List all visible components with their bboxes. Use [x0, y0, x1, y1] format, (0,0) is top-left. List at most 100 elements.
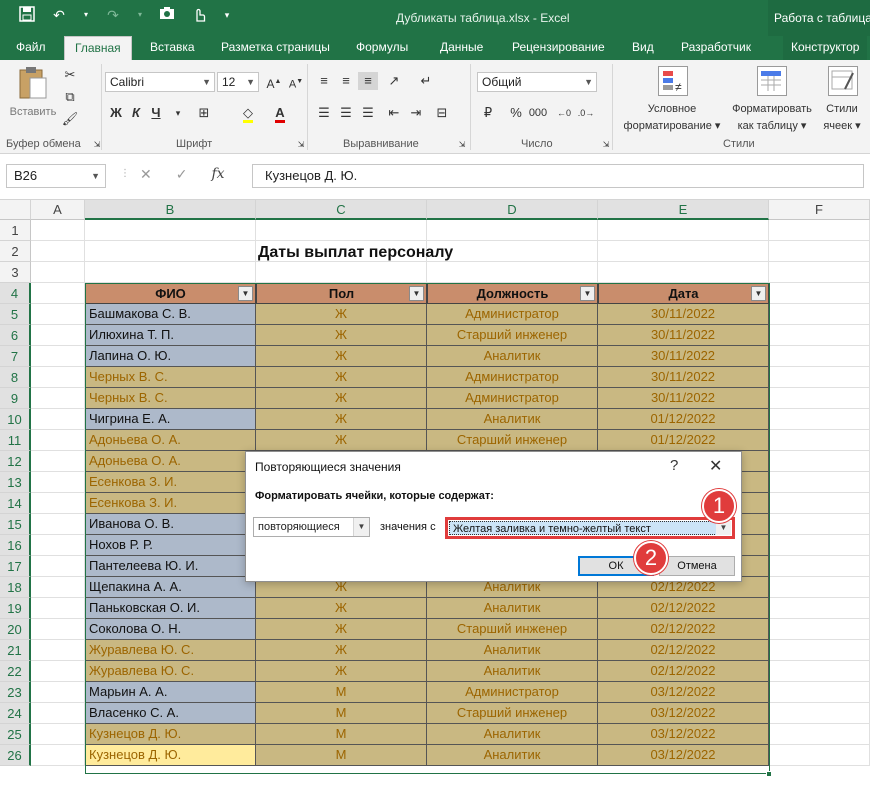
- shrink-font-icon[interactable]: A▼: [286, 73, 306, 91]
- row-header[interactable]: 16: [0, 535, 31, 556]
- tab-view[interactable]: Вид: [632, 36, 654, 60]
- cell[interactable]: [31, 682, 85, 703]
- conditional-formatting-button[interactable]: ≠ Условное форматирование ▾: [618, 66, 726, 136]
- cancel-icon[interactable]: ✕: [140, 166, 152, 183]
- row-header[interactable]: 14: [0, 493, 31, 514]
- increase-indent-icon[interactable]: ⇥: [406, 104, 426, 122]
- cell[interactable]: [769, 493, 870, 514]
- cell[interactable]: [769, 682, 870, 703]
- tab-insert[interactable]: Вставка: [150, 36, 195, 60]
- cell[interactable]: [769, 283, 870, 304]
- cell[interactable]: [31, 619, 85, 640]
- align-bottom-icon[interactable]: ≡: [358, 72, 378, 90]
- gender-cell[interactable]: М: [256, 703, 427, 724]
- name-cell[interactable]: Черных В. С.: [85, 367, 256, 388]
- cell[interactable]: [85, 220, 256, 241]
- undo-icon[interactable]: ↶: [50, 6, 68, 24]
- close-icon[interactable]: ✕: [709, 456, 722, 476]
- cell[interactable]: [31, 451, 85, 472]
- cell[interactable]: [769, 535, 870, 556]
- cell[interactable]: [31, 703, 85, 724]
- cell[interactable]: [769, 472, 870, 493]
- date-cell[interactable]: 30/11/2022: [598, 388, 769, 409]
- help-icon[interactable]: ?: [670, 457, 678, 474]
- cell[interactable]: [598, 220, 769, 241]
- fill-handle[interactable]: [766, 771, 772, 777]
- position-cell[interactable]: Аналитик: [427, 661, 598, 682]
- copy-icon[interactable]: ⧉: [60, 88, 80, 106]
- cell[interactable]: [31, 535, 85, 556]
- row-header[interactable]: 18: [0, 577, 31, 598]
- cell[interactable]: [31, 514, 85, 535]
- tab-home[interactable]: Главная: [64, 36, 132, 60]
- column-header-e[interactable]: E: [598, 200, 769, 220]
- table-header-cell[interactable]: ФИО ▼: [85, 283, 256, 304]
- date-cell[interactable]: 02/12/2022: [598, 661, 769, 682]
- position-cell[interactable]: Старший инженер: [427, 430, 598, 451]
- align-middle-icon[interactable]: ≡: [336, 72, 356, 90]
- tab-design[interactable]: Конструктор: [783, 36, 868, 60]
- cell[interactable]: [31, 346, 85, 367]
- gender-cell[interactable]: Ж: [256, 304, 427, 325]
- cell[interactable]: [769, 514, 870, 535]
- cell[interactable]: [256, 220, 427, 241]
- cell[interactable]: [31, 724, 85, 745]
- position-cell[interactable]: Администратор: [427, 304, 598, 325]
- cell[interactable]: [31, 409, 85, 430]
- cell[interactable]: [31, 661, 85, 682]
- paste-button[interactable]: Вставить: [10, 66, 56, 122]
- bold-button[interactable]: Ж: [106, 104, 126, 122]
- cut-icon[interactable]: ✂: [60, 66, 80, 84]
- cell[interactable]: [769, 430, 870, 451]
- cell[interactable]: [769, 325, 870, 346]
- row-header[interactable]: 1: [0, 220, 31, 241]
- cell[interactable]: [31, 262, 85, 283]
- date-cell[interactable]: 02/12/2022: [598, 598, 769, 619]
- tab-formulas[interactable]: Формулы: [356, 36, 408, 60]
- touch-mode-icon[interactable]: [190, 6, 208, 24]
- cell[interactable]: [598, 262, 769, 283]
- row-header[interactable]: 24: [0, 703, 31, 724]
- table-header-cell[interactable]: Пол ▼: [256, 283, 427, 304]
- tab-data[interactable]: Данные: [440, 36, 483, 60]
- filter-dropdown-icon[interactable]: ▼: [751, 286, 766, 301]
- name-cell[interactable]: Адоньева О. А.: [85, 430, 256, 451]
- dialog-launcher-icon[interactable]: ⇲: [596, 136, 616, 154]
- date-cell[interactable]: 02/12/2022: [598, 619, 769, 640]
- table-header-cell[interactable]: Дата ▼: [598, 283, 769, 304]
- cancel-button[interactable]: Отмена: [659, 556, 735, 576]
- comma-style-icon[interactable]: 000: [528, 104, 548, 122]
- format-style-select[interactable]: Желтая заливка и темно-желтый текст ▼: [445, 517, 735, 539]
- position-cell[interactable]: Аналитик: [427, 640, 598, 661]
- date-cell[interactable]: 03/12/2022: [598, 745, 769, 766]
- cell[interactable]: [769, 556, 870, 577]
- position-cell[interactable]: Аналитик: [427, 346, 598, 367]
- position-cell[interactable]: Аналитик: [427, 409, 598, 430]
- tab-developer[interactable]: Разработчик: [681, 36, 751, 60]
- orientation-icon[interactable]: ↗: [384, 72, 404, 90]
- position-cell[interactable]: Аналитик: [427, 724, 598, 745]
- row-header[interactable]: 17: [0, 556, 31, 577]
- cell[interactable]: [31, 304, 85, 325]
- gender-cell[interactable]: Ж: [256, 367, 427, 388]
- camera-icon[interactable]: [158, 6, 176, 24]
- gender-cell[interactable]: Ж: [256, 388, 427, 409]
- position-cell[interactable]: Старший инженер: [427, 325, 598, 346]
- cell[interactable]: [31, 283, 85, 304]
- cell[interactable]: [769, 598, 870, 619]
- cell[interactable]: [85, 262, 256, 283]
- cell[interactable]: [31, 472, 85, 493]
- redo-icon[interactable]: ↷: [104, 6, 122, 24]
- gender-cell[interactable]: М: [256, 745, 427, 766]
- name-cell[interactable]: Есенкова З. И.: [85, 493, 256, 514]
- cell[interactable]: [769, 304, 870, 325]
- row-header[interactable]: 4: [0, 283, 31, 304]
- font-size-select[interactable]: 12 ▼: [217, 72, 259, 92]
- column-header-b[interactable]: B: [85, 200, 256, 220]
- column-header-f[interactable]: F: [769, 200, 870, 220]
- column-header-a[interactable]: A: [31, 200, 85, 220]
- name-cell[interactable]: Черных В. С.: [85, 388, 256, 409]
- borders-icon[interactable]: ⊞: [194, 104, 214, 122]
- cell[interactable]: [31, 241, 85, 262]
- font-color-icon[interactable]: A: [270, 104, 290, 123]
